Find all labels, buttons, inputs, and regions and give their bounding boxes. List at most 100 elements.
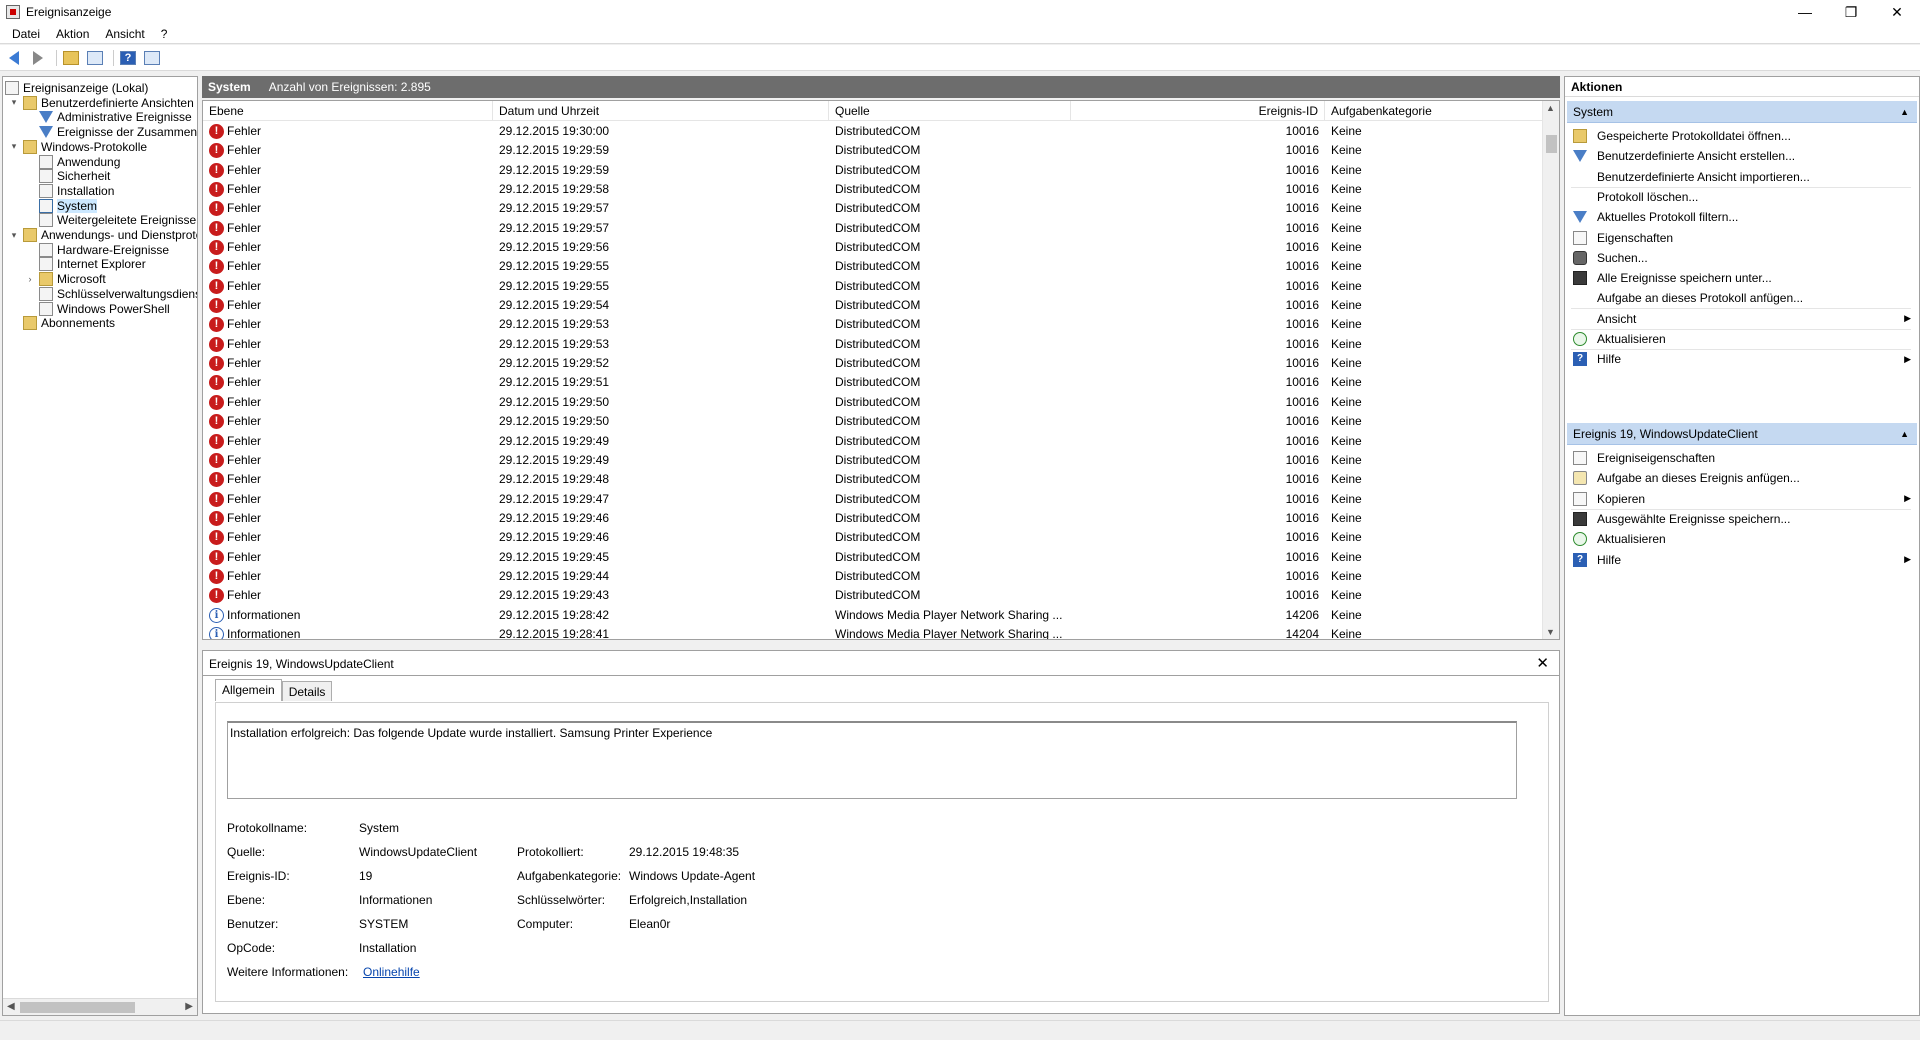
- help-button[interactable]: ?: [118, 48, 138, 68]
- cell-aufgabenkategorie: Keine: [1331, 433, 1362, 448]
- scroll-down-icon[interactable]: ▼: [1546, 627, 1555, 637]
- table-row[interactable]: ! Fehler 29.12.2015 19:29:57 DistributedCOM…: [203, 219, 1543, 238]
- table-row[interactable]: ! Fehler 29.12.2015 19:29:55 DistributedCOM…: [203, 257, 1543, 276]
- action-item[interactable]: Suchen...: [1567, 247, 1917, 269]
- table-row[interactable]: ! Fehler 29.12.2015 19:29:45 DistributedCOM…: [203, 548, 1543, 567]
- close-icon[interactable]: ✕: [1536, 654, 1549, 672]
- collapse-icon[interactable]: ▲: [1900, 423, 1909, 445]
- action-item[interactable]: ? Hilfe ▶: [1567, 348, 1917, 370]
- table-row[interactable]: ! Fehler 29.12.2015 19:29:44 DistributedCOM…: [203, 567, 1543, 586]
- table-row[interactable]: ! Fehler 29.12.2015 19:29:54 DistributedCOM…: [203, 296, 1543, 315]
- table-row[interactable]: ! Fehler 29.12.2015 19:29:55 DistributedCOM…: [203, 277, 1543, 296]
- table-row[interactable]: ! Fehler 29.12.2015 19:29:57 DistributedCOM…: [203, 199, 1543, 218]
- table-row[interactable]: ! Fehler 29.12.2015 19:29:59 DistributedCOM…: [203, 161, 1543, 180]
- collapse-icon[interactable]: ▲: [1900, 101, 1909, 123]
- action-item[interactable]: Ereigniseigenschaften: [1567, 447, 1917, 469]
- error-icon: !: [209, 143, 224, 159]
- column-datum[interactable]: Datum und Uhrzeit: [493, 101, 829, 121]
- blank-icon: [1573, 312, 1587, 326]
- action-item[interactable]: Benutzerdefinierte Ansicht importieren..…: [1567, 166, 1917, 188]
- cell-quelle: DistributedCOM: [835, 124, 921, 138]
- table-row[interactable]: ! Fehler 29.12.2015 19:29:49 DistributedCOM…: [203, 451, 1543, 470]
- action-item[interactable]: Ausgewählte Ereignisse speichern...: [1567, 508, 1917, 530]
- scroll-left-icon[interactable]: ◀: [7, 1001, 15, 1012]
- onlinehilfe-link[interactable]: Onlinehilfe: [363, 965, 420, 979]
- up-folder-button[interactable]: [61, 48, 81, 68]
- column-ebene[interactable]: Ebene: [203, 101, 493, 121]
- table-row[interactable]: ! Fehler 29.12.2015 19:29:52 DistributedCOM…: [203, 354, 1543, 373]
- cell-aufgabenkategorie: Keine: [1331, 259, 1362, 274]
- cell-quelle: DistributedCOM: [835, 510, 921, 525]
- action-item[interactable]: Aufgabe an dieses Ereignis anfügen...: [1567, 467, 1917, 489]
- expand-toggle-icon[interactable]: ›: [25, 274, 35, 284]
- action-item[interactable]: Protokoll löschen...: [1567, 186, 1917, 208]
- expand-toggle-icon[interactable]: ▾: [9, 97, 19, 108]
- table-row[interactable]: ! Fehler 29.12.2015 19:29:46 DistributedCOM…: [203, 509, 1543, 528]
- action-item[interactable]: Aktualisieren: [1567, 528, 1917, 550]
- forward-button[interactable]: [28, 48, 48, 68]
- back-button[interactable]: [4, 48, 24, 68]
- action-item[interactable]: Kopieren ▶: [1567, 488, 1917, 510]
- table-row[interactable]: ! Fehler 29.12.2015 19:29:53 DistributedCOM…: [203, 315, 1543, 334]
- scroll-up-icon[interactable]: ▲: [1546, 103, 1555, 113]
- table-row[interactable]: ! Fehler 29.12.2015 19:29:49 DistributedCOM…: [203, 432, 1543, 451]
- scroll-thumb[interactable]: [20, 1002, 135, 1013]
- tree-horizontal-scrollbar[interactable]: ◀ ▶: [3, 998, 197, 1015]
- show-hide-tree-button[interactable]: [85, 48, 105, 68]
- tab-details[interactable]: Details: [281, 681, 333, 701]
- action-item[interactable]: ? Hilfe ▶: [1567, 549, 1917, 571]
- cell-quelle: DistributedCOM: [835, 472, 921, 487]
- action-item[interactable]: Aufgabe an dieses Protokoll anfügen...: [1567, 287, 1917, 309]
- event-message[interactable]: Installation erfolgreich: Das folgende U…: [227, 721, 1517, 799]
- scroll-thumb[interactable]: [1546, 135, 1557, 153]
- table-row[interactable]: ! Fehler 29.12.2015 19:29:53 DistributedCOM…: [203, 335, 1543, 354]
- expand-toggle-icon[interactable]: ▾: [9, 230, 19, 241]
- table-row[interactable]: ! Fehler 29.12.2015 19:29:59 DistributedCOM…: [203, 141, 1543, 160]
- table-row[interactable]: i Informationen 29.12.2015 19:28:41 Windows…: [203, 625, 1543, 639]
- table-row[interactable]: ! Fehler 29.12.2015 19:29:48 DistributedCOM…: [203, 470, 1543, 489]
- event-list-vertical-scrollbar[interactable]: ▲ ▼: [1542, 101, 1559, 639]
- menu-datei[interactable]: Datei: [4, 27, 48, 41]
- actions-section-event[interactable]: Ereignis 19, WindowsUpdateClient ▲: [1567, 423, 1917, 445]
- action-item[interactable]: Aktuelles Protokoll filtern...: [1567, 206, 1917, 228]
- action-item[interactable]: Gespeicherte Protokolldatei öffnen...: [1567, 125, 1917, 147]
- column-ereignis-id[interactable]: Ereignis-ID: [1071, 101, 1325, 121]
- menu-aktion[interactable]: Aktion: [48, 27, 97, 41]
- cell-ebene: Fehler: [227, 510, 262, 525]
- cell-ereignis-id: 10016: [1285, 298, 1319, 313]
- table-row[interactable]: ! Fehler 29.12.2015 19:29:56 DistributedCOM…: [203, 238, 1543, 257]
- table-row[interactable]: ! Fehler 29.12.2015 19:29:47 DistributedCOM…: [203, 490, 1543, 509]
- action-item[interactable]: Benutzerdefinierte Ansicht erstellen...: [1567, 145, 1917, 167]
- expand-toggle-icon[interactable]: ▾: [9, 141, 19, 152]
- menu-help[interactable]: ?: [153, 27, 176, 41]
- action-item[interactable]: Alle Ereignisse speichern unter...: [1567, 267, 1917, 289]
- toolbar-separator: [113, 49, 114, 66]
- table-row[interactable]: i Informationen 29.12.2015 19:28:42 Windows…: [203, 606, 1543, 625]
- tree-item[interactable]: Abonnements: [9, 314, 115, 332]
- cell-ereignis-id: 10016: [1285, 394, 1319, 409]
- scroll-right-icon[interactable]: ▶: [185, 1001, 193, 1012]
- table-row[interactable]: ! Fehler 29.12.2015 19:29:43 DistributedCOM…: [203, 586, 1543, 605]
- action-item[interactable]: Aktualisieren: [1567, 328, 1917, 350]
- cell-ereignis-id: 10016: [1285, 588, 1319, 603]
- column-quelle[interactable]: Quelle: [829, 101, 1071, 121]
- column-aufgabenkategorie[interactable]: Aufgabenkategorie: [1325, 101, 1543, 121]
- action-item[interactable]: Eigenschaften: [1567, 227, 1917, 249]
- table-row[interactable]: ! Fehler 29.12.2015 19:30:00 DistributedCOM…: [203, 122, 1543, 141]
- info-icon: i: [209, 607, 224, 623]
- actions-section-system[interactable]: System ▲: [1567, 101, 1917, 123]
- show-action-pane-button[interactable]: [142, 48, 162, 68]
- table-row[interactable]: ! Fehler 29.12.2015 19:29:50 DistributedCOM…: [203, 393, 1543, 412]
- table-row[interactable]: ! Fehler 29.12.2015 19:29:50 DistributedCOM…: [203, 412, 1543, 431]
- cell-ereignis-id: 10016: [1285, 317, 1319, 332]
- table-row[interactable]: ! Fehler 29.12.2015 19:29:46 DistributedCOM…: [203, 528, 1543, 547]
- tab-allgemein[interactable]: Allgemein: [215, 679, 282, 701]
- cell-aufgabenkategorie: Keine: [1331, 317, 1362, 332]
- table-row[interactable]: ! Fehler 29.12.2015 19:29:58 DistributedCOM…: [203, 180, 1543, 199]
- menu-ansicht[interactable]: Ansicht: [97, 27, 152, 41]
- minimize-button[interactable]: —: [1782, 0, 1828, 24]
- action-item[interactable]: Ansicht ▶: [1567, 308, 1917, 330]
- restore-button[interactable]: ❐: [1828, 0, 1874, 24]
- table-row[interactable]: ! Fehler 29.12.2015 19:29:51 DistributedCOM…: [203, 373, 1543, 392]
- close-button[interactable]: ✕: [1874, 0, 1920, 24]
